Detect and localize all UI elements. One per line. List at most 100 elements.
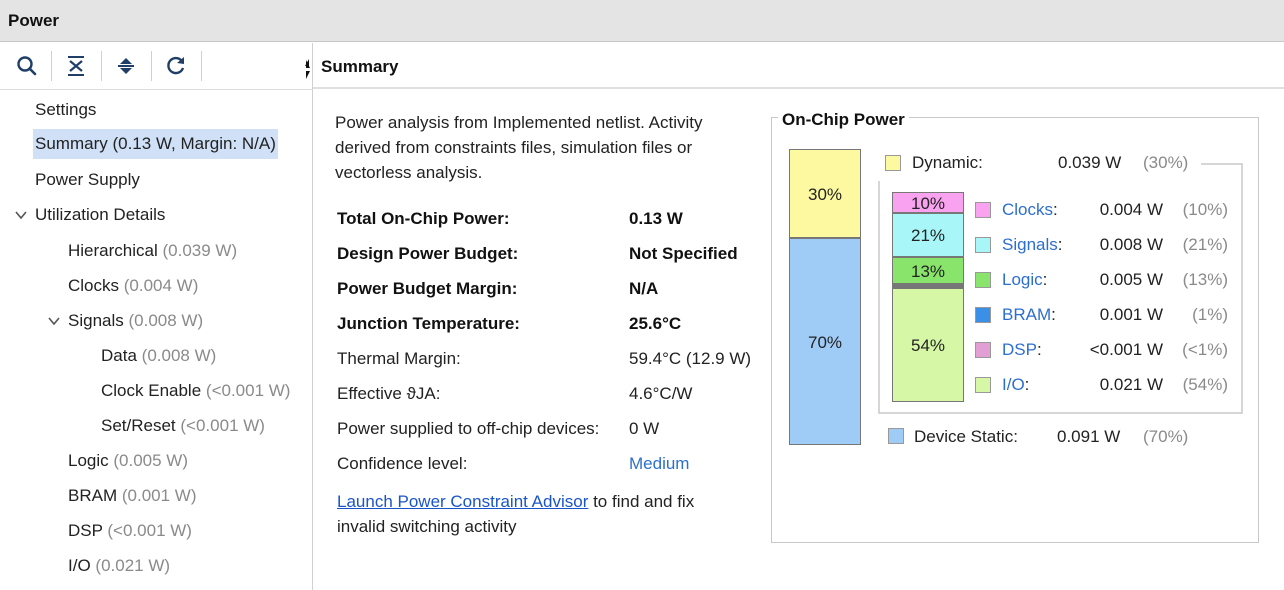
tree-item-value: (0.008 W)	[128, 311, 204, 330]
off-chip-power-label: Power supplied to off-chip devices:	[337, 419, 600, 438]
main-bar-static-segment: 70%	[789, 238, 861, 445]
tree-item-utilization-details[interactable]: Utilization Details	[35, 200, 165, 230]
junction-temp-value: 25.6°C	[629, 314, 682, 333]
chevron-down-icon[interactable]	[47, 314, 61, 328]
effective-theta-ja-value: 4.6°C/W	[629, 384, 693, 403]
summary-title: Summary	[321, 57, 399, 76]
tree-item-bram[interactable]: BRAM (0.001 W)	[68, 481, 197, 511]
summary-pane: Summary Power analysis from Implemented …	[313, 43, 1284, 590]
tree-item-label: Utilization Details	[35, 205, 166, 224]
tree-item-logic[interactable]: Logic (0.005 W)	[68, 446, 188, 476]
power-budget-value: Not Specified	[629, 244, 738, 263]
tree-item-label: Logic	[68, 451, 109, 470]
tree-item-summary[interactable]: Summary (0.13 W, Margin: N/A)	[33, 129, 278, 159]
tree-item-clocks[interactable]: Clocks (0.004 W)	[68, 271, 198, 301]
tree-item-label: Hierarchical	[68, 241, 158, 260]
tree-item-data[interactable]: Data (0.008 W)	[101, 341, 216, 371]
tree-item-value: (0.13 W, Margin: N/A)	[112, 134, 276, 153]
tree-item-value: (0.004 W)	[123, 276, 199, 295]
tree-item-label: I/O	[68, 556, 91, 575]
budget-margin-label: Power Budget Margin:	[337, 279, 518, 298]
tree-item-label: Signals	[68, 311, 124, 330]
legend-swatch-signals	[975, 237, 991, 253]
refresh-icon[interactable]	[163, 53, 189, 79]
total-power-value: 0.13 W	[629, 209, 683, 228]
pane-splitter-arrows-icon[interactable]	[300, 51, 312, 81]
tree-item-label: Clocks	[68, 276, 120, 295]
device-static-label: Device Static:	[914, 427, 1018, 446]
thermal-margin-label: Thermal Margin:	[337, 349, 461, 368]
tree-item-signals[interactable]: Signals (0.008 W)	[68, 306, 203, 336]
inner-bar-segment-clocks: 10%	[892, 192, 964, 213]
window-title: Power	[8, 11, 60, 30]
legend-value-signals: 0.008 W	[1099, 235, 1163, 254]
device-static-percent: (70%)	[1143, 427, 1189, 446]
legend-swatch-bram	[975, 307, 991, 323]
legend-swatch-io	[975, 377, 991, 393]
legend-percent-dsp: (<1%)	[1182, 340, 1228, 359]
toolbar-separator	[101, 51, 102, 81]
tree-item-hierarchical[interactable]: Hierarchical (0.039 W)	[68, 236, 237, 266]
legend-swatch-clocks	[975, 202, 991, 218]
legend-label-signals[interactable]: Signals:	[1002, 235, 1063, 255]
tree-item-value: (<0.001 W)	[205, 381, 291, 400]
power-budget-label: Design Power Budget:	[337, 244, 519, 263]
legend-label-io[interactable]: I/O:	[1002, 375, 1029, 395]
confidence-level-link[interactable]: Medium	[629, 454, 689, 474]
tree-item-label: Clock Enable	[101, 381, 202, 400]
tree-item-value: (0.021 W)	[95, 556, 171, 575]
main-bar-dynamic-segment: 30%	[789, 149, 861, 238]
tree-item-clock-enable[interactable]: Clock Enable (<0.001 W)	[101, 376, 290, 406]
tree-item-label: DSP	[68, 521, 103, 540]
legend-percent-io: (54%)	[1182, 375, 1228, 394]
toolbar-separator	[201, 51, 202, 81]
inner-bar-segment-logic: 13%	[892, 257, 964, 284]
legend-value-io: 0.021 W	[1099, 375, 1163, 394]
legend-label-logic[interactable]: Logic:	[1002, 270, 1047, 290]
tree-item-label: Data	[101, 346, 137, 365]
tree-item-label: Set/Reset	[101, 416, 176, 435]
legend-percent-signals: (21%)	[1182, 235, 1228, 254]
advisor-text: Launch Power Constraint Advisor to find …	[337, 489, 737, 539]
summary-header: Summary	[313, 43, 1284, 89]
legend-value-logic: 0.005 W	[1099, 270, 1163, 289]
tree-item-label: Power Supply	[35, 170, 140, 189]
tree-item-value: (<0.001 W)	[107, 521, 192, 540]
legend-swatch-dsp	[975, 342, 991, 358]
legend-label-bram[interactable]: BRAM:	[1002, 305, 1056, 325]
device-static-swatch	[888, 428, 904, 444]
confidence-level-label: Confidence level:	[337, 454, 468, 473]
legend-value-dsp: <0.001 W	[1089, 340, 1163, 359]
tree-item-value: (0.001 W)	[121, 486, 197, 505]
tree-item-dsp[interactable]: DSP (<0.001 W)	[68, 516, 192, 546]
chevron-down-icon[interactable]	[14, 208, 28, 222]
expand-all-icon[interactable]	[113, 53, 139, 79]
window-titlebar: Power	[0, 0, 1284, 42]
legend-value-clocks: 0.004 W	[1099, 200, 1163, 219]
search-icon[interactable]	[14, 53, 40, 79]
tree-item-value: (0.005 W)	[113, 451, 189, 470]
legend-label-dsp[interactable]: DSP:	[1002, 340, 1042, 360]
collapse-all-icon[interactable]	[63, 53, 89, 79]
legend-percent-clocks: (10%)	[1182, 200, 1228, 219]
tree-item-value: (0.008 W)	[141, 346, 217, 365]
junction-temp-label: Junction Temperature:	[337, 314, 520, 333]
summary-intro: Power analysis from Implemented netlist.…	[335, 113, 703, 182]
legend-swatch-logic	[975, 272, 991, 288]
legend-value-bram: 0.001 W	[1099, 305, 1163, 324]
effective-theta-ja-label: Effective ϑJA:	[337, 384, 441, 403]
power-constraint-advisor-link[interactable]: Launch Power Constraint Advisor	[337, 492, 588, 511]
legend-label-clocks[interactable]: Clocks:	[1002, 200, 1058, 220]
tree-item-label: Summary	[35, 134, 108, 153]
legend-percent-logic: (13%)	[1182, 270, 1228, 289]
tree-item-io[interactable]: I/O (0.021 W)	[68, 551, 170, 581]
tree-item-settings[interactable]: Settings	[35, 95, 96, 125]
thermal-margin-value: 59.4°C (12.9 W)	[629, 349, 752, 368]
tree-item-power-supply[interactable]: Power Supply	[35, 165, 140, 195]
tree-item-label: Settings	[35, 100, 97, 119]
tree-item-set-reset[interactable]: Set/Reset (<0.001 W)	[101, 411, 265, 441]
inner-bar-segment-io: 54%	[892, 288, 964, 402]
navigation-pane: Settings Summary (0.13 W, Margin: N/A) P…	[0, 43, 313, 590]
device-static-value: 0.091 W	[1057, 427, 1121, 446]
inner-bar-segment-signals: 21%	[892, 213, 964, 257]
